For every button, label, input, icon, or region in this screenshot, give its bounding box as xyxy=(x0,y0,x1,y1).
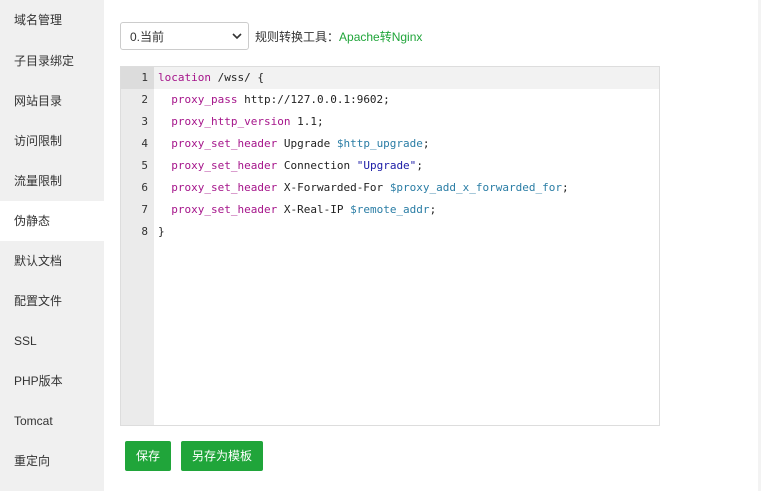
line-number: 1 xyxy=(141,71,148,84)
code-token: X-Real-IP xyxy=(277,203,351,216)
code-text: proxy_set_header Connection "Upgrade"; xyxy=(158,155,423,177)
save-button[interactable]: 保存 xyxy=(125,441,171,471)
code-line: 8} xyxy=(121,221,659,243)
code-token: ; xyxy=(429,203,437,216)
code-text: proxy_set_header X-Forwarded-For $proxy_… xyxy=(158,177,569,199)
code-token: $remote_addr xyxy=(350,203,430,216)
code-token: proxy_set_header xyxy=(158,137,278,150)
line-number: 2 xyxy=(141,93,148,106)
code-text: proxy_set_header X-Real-IP $remote_addr; xyxy=(158,199,436,221)
code-token: Connection xyxy=(277,159,357,172)
line-number: 3 xyxy=(141,115,148,128)
save-as-template-button[interactable]: 另存为模板 xyxy=(181,441,263,471)
code-token: proxy_set_header xyxy=(158,203,278,216)
code-token: ; xyxy=(422,137,430,150)
rule-tool-label: 规则转换工具： xyxy=(255,29,340,44)
sidebar-item[interactable]: 域名管理 xyxy=(0,0,104,41)
sidebar-item[interactable]: 流量限制 xyxy=(0,161,104,201)
code-line: 2 proxy_pass http://127.0.0.1:9602; xyxy=(121,89,659,111)
code-token: "Upgrade" xyxy=(356,159,417,172)
code-token: Upgrade xyxy=(277,137,337,150)
line-number: 5 xyxy=(141,159,148,172)
toolbar: 0.当前 规则转换工具： Apache转Nginx xyxy=(120,22,422,50)
main-panel: 0.当前 规则转换工具： Apache转Nginx 1 location /wss… xyxy=(104,0,758,491)
sidebar-item[interactable]: 伪静态 xyxy=(0,201,104,241)
code-text: proxy_pass http://127.0.0.1:9602; xyxy=(158,89,390,111)
sidebar-item[interactable]: PHP版本 xyxy=(0,361,104,401)
code-token: X-Forwarded-For xyxy=(277,181,390,194)
code-line: 5 proxy_set_header Connection "Upgrade"; xyxy=(121,155,659,177)
code-text: } xyxy=(158,221,165,243)
code-text: location /wss/ { xyxy=(158,67,264,89)
code-line: 3 proxy_http_version 1.1; xyxy=(121,111,659,133)
code-token: location xyxy=(158,71,211,84)
sidebar-item[interactable]: SSL xyxy=(0,321,104,361)
sidebar-item[interactable]: 默认文档 xyxy=(0,241,104,281)
sidebar-item[interactable]: 配置文件 xyxy=(0,281,104,321)
code-token: } xyxy=(158,225,165,238)
code-line: 6 proxy_set_header X-Forwarded-For $prox… xyxy=(121,177,659,199)
code-text: proxy_set_header Upgrade $http_upgrade; xyxy=(158,133,430,155)
code-token: http://127.0.0.1:9602; xyxy=(237,93,390,106)
line-number: 7 xyxy=(141,203,148,216)
sidebar-nav: 域名管理 子目录绑定 网站目录 访问限制 流量限制 伪静态 默认文档 配置文件 SSL PHP版本… xyxy=(0,0,104,491)
code-token: proxy_set_header xyxy=(158,181,278,194)
code-line: 4 proxy_set_header Upgrade $http_upgrade… xyxy=(121,133,659,155)
code-token: proxy_http_version xyxy=(158,115,291,128)
code-token: ; xyxy=(562,181,569,194)
code-token: ; xyxy=(416,159,423,172)
sidebar-item[interactable]: 子目录绑定 xyxy=(0,41,104,81)
code-token: proxy_set_header xyxy=(158,159,278,172)
code-token: /wss/ { xyxy=(210,71,264,84)
version-select-value: 0.当前 xyxy=(130,29,165,44)
code-text: proxy_http_version 1.1; xyxy=(158,111,324,133)
sidebar-item[interactable]: 访问限制 xyxy=(0,121,104,161)
line-number: 4 xyxy=(141,137,148,150)
code-token: $proxy_add_x_forwarded_for xyxy=(389,181,562,194)
sidebar-item[interactable]: 重定向 xyxy=(0,441,104,481)
sidebar-item[interactable]: Tomcat xyxy=(0,401,104,441)
code-lines: 1 location /wss/ {2 proxy_pass http://127… xyxy=(121,67,659,243)
line-number: 6 xyxy=(141,181,148,194)
code-editor[interactable]: 1 location /wss/ {2 proxy_pass http://127… xyxy=(120,66,660,426)
code-line: 1 location /wss/ { xyxy=(121,67,659,89)
code-token: $http_upgrade xyxy=(336,137,423,150)
code-token: 1.1; xyxy=(290,115,324,128)
code-line: 7 proxy_set_header X-Real-IP $remote_add… xyxy=(121,199,659,221)
sidebar-item[interactable]: 网站目录 xyxy=(0,81,104,121)
line-number: 8 xyxy=(141,225,148,238)
code-token: proxy_pass xyxy=(158,93,238,106)
version-select[interactable]: 0.当前 xyxy=(120,22,249,50)
apache-to-nginx-link[interactable]: Apache转Nginx xyxy=(339,28,422,45)
chevron-down-icon xyxy=(232,33,242,40)
